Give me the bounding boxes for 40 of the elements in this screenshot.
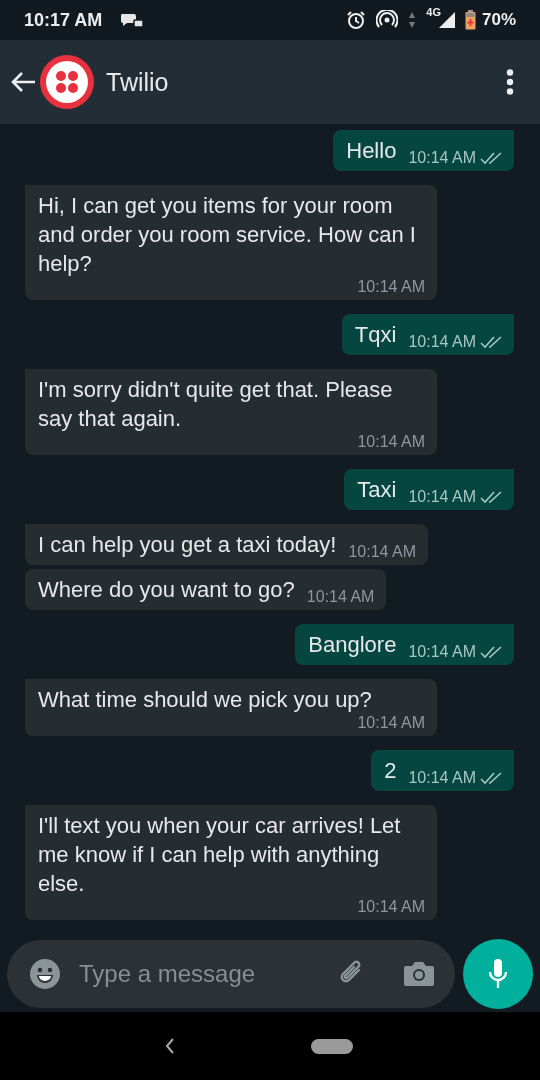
message-time: 10:14 AM xyxy=(408,488,476,506)
hotspot-icon xyxy=(376,10,399,30)
message-text: Where do you want to go? xyxy=(38,576,295,604)
microphone-icon xyxy=(487,957,509,990)
message-text: I can help you get a taxi today! xyxy=(38,531,337,559)
message-text: Hi, I can get you items for your room and order you room service. How can I help? xyxy=(38,192,417,278)
emoji-icon[interactable] xyxy=(29,957,61,990)
contact-avatar-icon[interactable] xyxy=(40,55,94,109)
network-type: 4G xyxy=(426,6,441,18)
message-text: Tqxi xyxy=(354,321,397,349)
message-time: 10:14 AM xyxy=(408,643,476,661)
chat-notification-icon xyxy=(120,11,145,29)
message-time: 10:14 AM xyxy=(348,543,417,561)
message-time: 10:14 AM xyxy=(408,769,476,787)
home-pill[interactable] xyxy=(310,1038,353,1054)
camera-icon[interactable] xyxy=(403,959,435,988)
message-time: 10:14 AM xyxy=(357,433,425,451)
message-time: 10:14 AM xyxy=(408,333,476,351)
menu-icon[interactable] xyxy=(506,69,514,95)
message-text: I'll text you when your car arrives! Let me know if I can help with anything else. xyxy=(38,812,402,898)
back-nav-icon[interactable] xyxy=(163,1037,176,1055)
message-text: What time should we pick you up? xyxy=(38,686,373,714)
data-arrows-icon xyxy=(408,11,417,29)
battery-icon xyxy=(464,10,476,30)
message-time: 10:14 AM xyxy=(357,898,425,916)
message-text: Banglore xyxy=(308,631,397,659)
message-time: 10:14 AM xyxy=(357,278,425,296)
alarm-icon xyxy=(346,10,367,30)
message-time: 10:14 AM xyxy=(357,714,425,732)
message-text: 2 xyxy=(384,757,397,785)
message-text: Taxi xyxy=(357,476,397,504)
contact-name[interactable]: Twilio xyxy=(106,67,506,97)
message-time: 10:14 AM xyxy=(306,588,375,606)
back-arrow-icon[interactable] xyxy=(10,71,36,93)
status-time: 10:17 AM xyxy=(24,9,103,31)
message-time: 10:14 AM xyxy=(408,149,476,167)
message-input-field[interactable]: Type a message xyxy=(77,958,321,989)
message-text: I'm sorry didn't quite get that. Please say that again. xyxy=(38,376,394,433)
message-text: Hello xyxy=(346,137,397,165)
battery-percent: 70% xyxy=(481,10,516,30)
